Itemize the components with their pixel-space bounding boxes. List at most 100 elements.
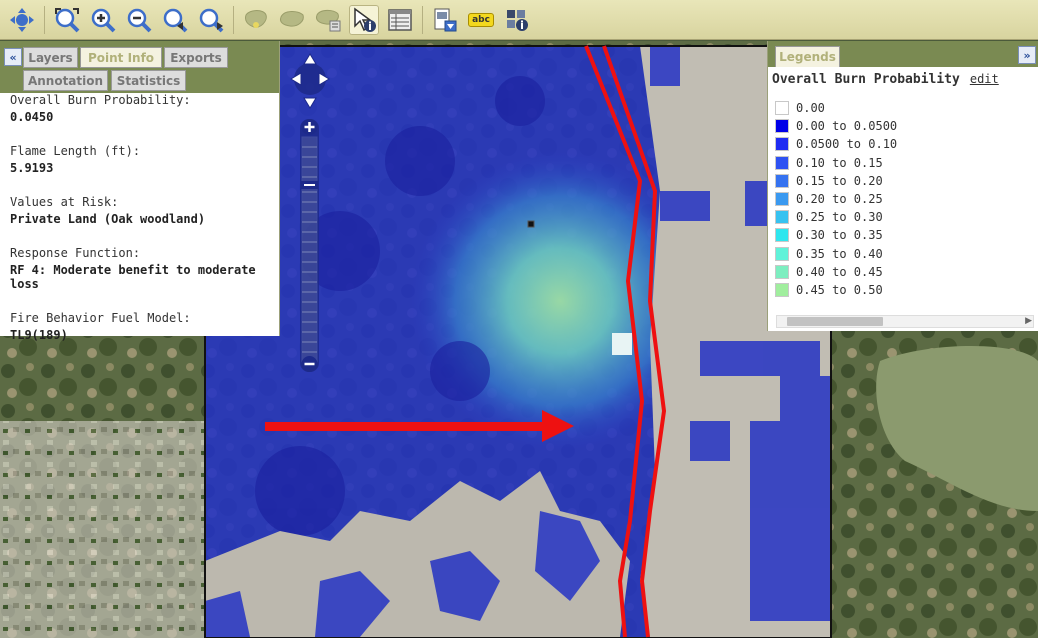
select-area-2-icon [280,10,304,27]
pan-up-icon[interactable] [303,53,317,65]
export-icon [434,8,457,31]
select-area-2-button[interactable] [277,5,307,35]
legend-item: 0.20 to 0.25 [775,190,1038,208]
legend-tab-bar: Legends » [768,41,1038,67]
legend-title: Overall Burn Probability [772,72,960,87]
export-map-button[interactable] [430,5,460,35]
field-value: Private Land (Oak woodland) [10,212,206,226]
legend-item: 0.00 [775,99,1038,117]
legend-label: 0.35 to 0.40 [796,246,883,261]
map-toolbar: abc [0,0,1038,40]
point-info-tool-button[interactable] [349,4,379,35]
grid-info-icon [507,9,528,31]
legend-swatch [775,155,789,170]
legend-swatch [775,192,789,207]
legend-item: 0.10 to 0.15 [775,154,1038,172]
pan-pad [289,52,331,110]
toolbar-separator [233,5,234,34]
tab-exports[interactable]: Exports [164,47,228,68]
legend-horizontal-scrollbar[interactable]: ▶ [776,315,1034,328]
legend-panel: Legends » Overall Burn Probability edit … [767,41,1038,331]
legend-label: 0.0500 to 0.10 [796,137,898,152]
next-extent-icon [199,8,224,32]
identify-pointer-icon [354,7,376,32]
toolbar-separator [422,5,423,34]
legend-swatch [775,282,789,297]
legend-label: 0.40 to 0.45 [796,264,883,279]
panel-tab-bar: « Layers Point Info Exports Annotation S… [0,41,279,93]
legend-label: 0.45 to 0.50 [796,282,883,297]
field-label: Values at Risk: [10,195,119,209]
tab-layers[interactable]: Layers [23,47,78,68]
field-value: RF 4: Moderate benefit to moderate loss [10,263,256,291]
legend-swatch [775,173,789,188]
legend-swatch [775,264,789,279]
area-stats-button[interactable] [313,5,343,35]
area-stats-icon [316,9,341,31]
zoom-in-button[interactable] [88,5,118,35]
previous-extent-icon [163,8,188,32]
tab-legends[interactable]: Legends [775,46,840,67]
legend-swatch [775,210,789,225]
field-value: 5.9193 [10,161,54,175]
label-icon: abc [468,12,494,27]
zoom-out-button[interactable] [124,5,154,35]
scrollbar-thumb[interactable] [787,317,883,326]
legend-label: 0.20 to 0.25 [796,192,883,207]
pan-icon [10,7,34,32]
full-extent-button[interactable] [52,5,82,35]
legend-item: 0.25 to 0.30 [775,208,1038,226]
legend-list: 0.00 0.00 to 0.0500 0.0500 to 0.10 0.10 to … [768,99,1038,299]
legend-swatch [775,228,789,243]
previous-extent-button[interactable] [160,5,190,35]
tab-statistics[interactable]: Statistics [111,70,186,91]
toolbar-separator [44,5,45,34]
legend-swatch [775,101,789,116]
legend-item: 0.30 to 0.35 [775,226,1038,244]
building-marker [612,333,632,355]
select-area-button[interactable] [241,5,271,35]
field-value: 0.0450 [10,110,54,124]
scroll-right-arrow-icon[interactable]: ▶ [1025,316,1032,327]
legend-item: 0.0500 to 0.10 [775,135,1038,153]
legend-label: 0.15 to 0.20 [796,173,883,188]
legend-edit-link[interactable]: edit [970,72,999,86]
legend-swatch [775,119,789,134]
legend-label: 0.25 to 0.30 [796,210,883,225]
attribute-table-button[interactable] [385,5,415,35]
label-button[interactable]: abc [466,5,496,35]
legend-info-button[interactable] [502,5,532,35]
legend-swatch [775,137,789,152]
expand-panel-button[interactable]: » [1018,46,1036,64]
zoom-in-icon [91,8,116,32]
pan-down-icon[interactable] [303,97,317,109]
town-area-left [0,421,205,638]
legend-label: 0.00 [796,101,825,116]
next-extent-button[interactable] [196,5,226,35]
zoom-slider[interactable] [299,117,320,374]
point-info-fields: Overall Burn Probability: 0.0450 Flame L… [0,93,279,342]
pan-pad-graphic [290,53,330,109]
legend-item: 0.40 to 0.45 [775,263,1038,281]
zoom-slider-graphic [300,119,319,372]
tab-point-info[interactable]: Point Info [80,47,162,68]
legend-label: 0.30 to 0.35 [796,228,883,243]
zoom-out-icon [127,8,152,32]
field-label: Fire Behavior Fuel Model: [10,311,191,325]
legend-label: 0.00 to 0.0500 [796,119,898,134]
legend-title-row: Overall Burn Probability edit [768,67,1038,87]
point-info-panel: « Layers Point Info Exports Annotation S… [0,41,280,342]
table-icon [388,8,412,31]
identify-point-marker [527,220,535,228]
legend-item: 0.15 to 0.20 [775,172,1038,190]
select-area-icon [245,9,267,28]
field-value: TL9(189) [10,328,68,342]
legend-item: 0.35 to 0.40 [775,245,1038,263]
pan-tool-button[interactable] [7,5,37,35]
field-label: Flame Length (ft): [10,144,141,158]
legend-label: 0.10 to 0.15 [796,155,883,170]
tab-annotation[interactable]: Annotation [23,70,108,91]
collapse-panel-button[interactable]: « [4,48,22,66]
field-label: Response Function: [10,246,141,260]
field-label: Overall Burn Probability: [10,93,191,107]
